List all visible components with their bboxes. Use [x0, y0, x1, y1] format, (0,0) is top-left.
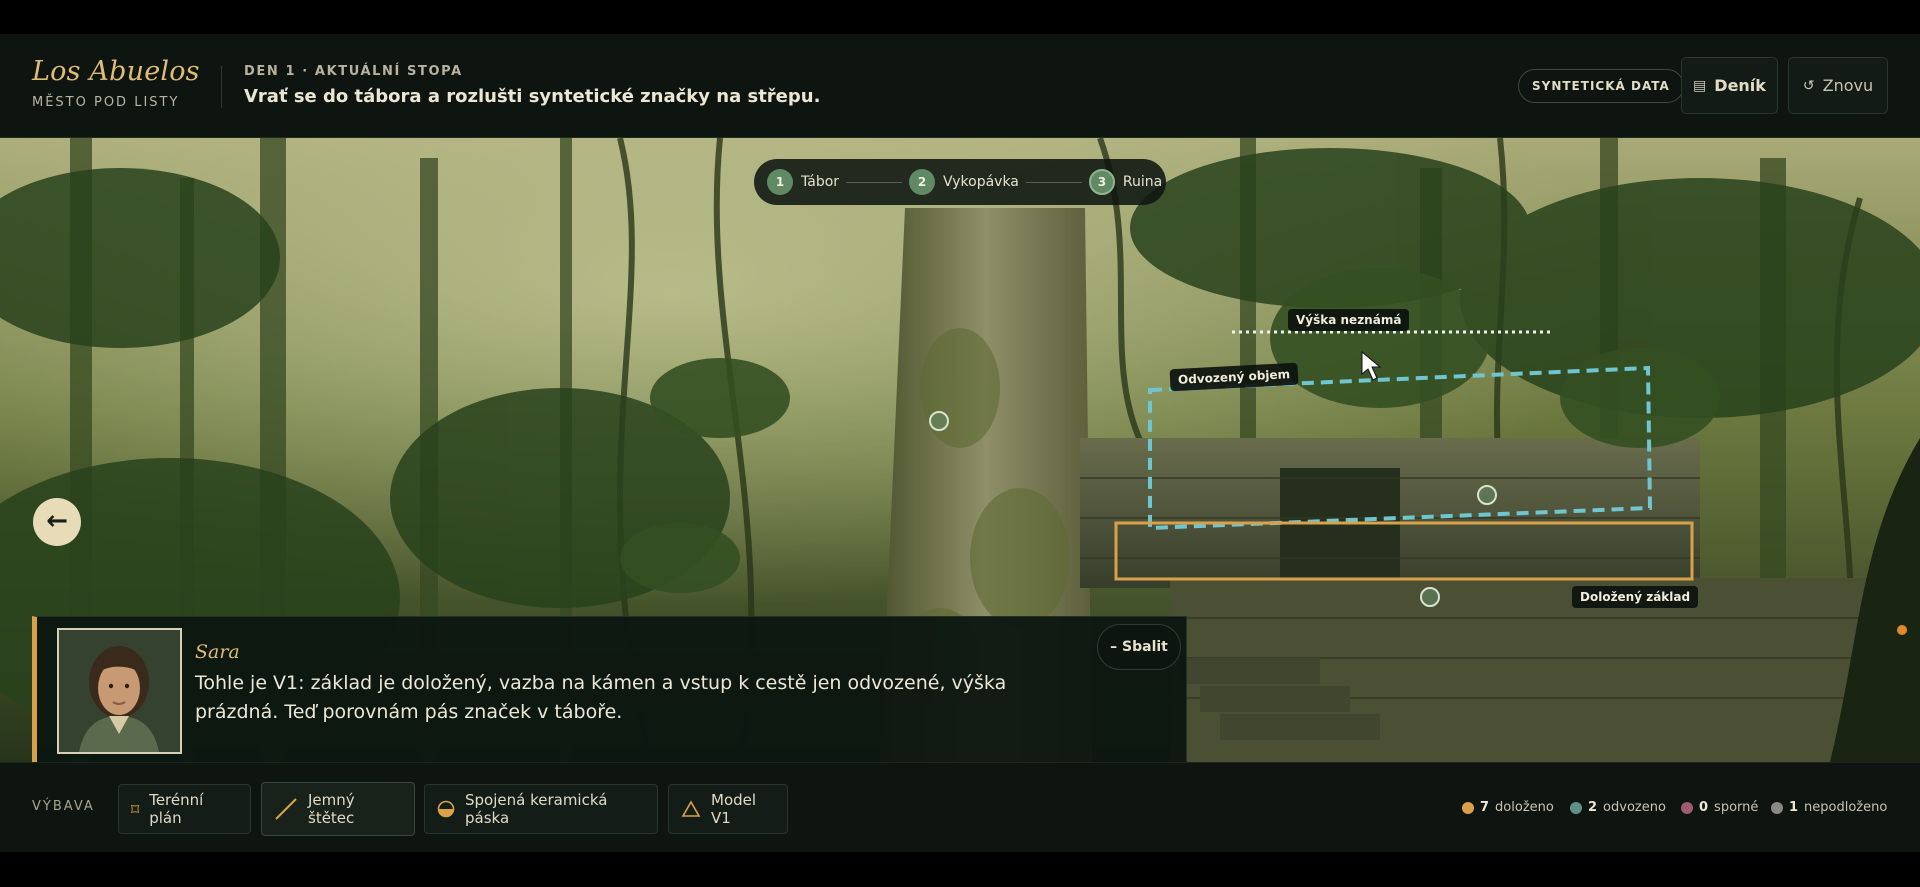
- synthetic-data-badge[interactable]: SYNTETICKÁ DATA: [1518, 69, 1684, 103]
- hotspot-ruin-base[interactable]: [1420, 587, 1440, 607]
- map-icon: ⌑: [131, 799, 140, 819]
- step-number: 2: [909, 169, 936, 195]
- step-vykopavka[interactable]: 2 Vykopávka: [909, 169, 1019, 195]
- tool-ceramic-tape[interactable]: Spojená keramická páska: [424, 784, 658, 834]
- step-ruina[interactable]: 3 Ruina: [1088, 169, 1163, 195]
- ceramic-icon: [437, 800, 455, 818]
- legend-label: doloženo: [1495, 800, 1554, 815]
- back-arrow-button[interactable]: ←: [33, 498, 81, 546]
- game-app: Los Abuelos MĚSTO POD LISTY DEN 1 · AKTU…: [0, 34, 1920, 852]
- step-label: Tábor: [801, 174, 840, 190]
- documented-dot: [1462, 801, 1474, 814]
- brand-subtitle: MĚSTO POD LISTY: [32, 95, 180, 110]
- legend-label: sporné: [1714, 800, 1759, 815]
- legend-disputed: 0 sporné: [1681, 800, 1758, 815]
- restart-button-label: Znovu: [1822, 76, 1874, 95]
- dialog-box: Sara Tohle je V1: základ je doložený, va…: [32, 616, 1187, 762]
- step-label: Vykopávka: [943, 174, 1019, 190]
- route-stepper: 1 Tábor 2 Vykopávka 3 Ruina: [754, 159, 1166, 205]
- step-number: 3: [1088, 169, 1115, 195]
- step-label: Ruina: [1122, 174, 1163, 190]
- step-connector: [846, 181, 903, 183]
- day-label: DEN 1 · AKTUÁLNÍ STOPA: [244, 64, 463, 79]
- bottom-bar: VÝBAVA ⌑ Terénní plán Jemný štětec Spoje…: [0, 762, 1920, 852]
- hotspot-ruin-wall[interactable]: [1477, 485, 1497, 505]
- legend-label: odvozeno: [1603, 800, 1666, 815]
- step-number: 1: [767, 169, 793, 195]
- triangle-icon: [681, 800, 701, 818]
- tool-fine-brush[interactable]: Jemný štětec: [261, 782, 415, 836]
- restart-button[interactable]: ↺ Znovu: [1788, 57, 1888, 114]
- step-connector: [1025, 181, 1082, 183]
- derived-dot: [1570, 801, 1582, 814]
- legend-documented: 7 doloženo: [1462, 800, 1554, 815]
- brand-title: Los Abuelos: [32, 56, 200, 87]
- legend-derived: 2 odvozeno: [1570, 800, 1666, 815]
- brand: Los Abuelos MĚSTO POD LISTY: [32, 56, 200, 110]
- edge-marker: [1897, 625, 1907, 635]
- header-divider: [221, 66, 222, 108]
- tool-label: Spojená keramická páska: [465, 791, 608, 827]
- tool-model-v1[interactable]: Model V1: [668, 784, 788, 834]
- tool-label: Terénní plán: [149, 791, 204, 827]
- gear-label: VÝBAVA: [32, 799, 95, 814]
- restart-icon: ↺: [1802, 77, 1815, 94]
- hotspot-tree[interactable]: [929, 411, 949, 431]
- height-unknown-label: Výška neznámá: [1288, 309, 1410, 331]
- step-tabor[interactable]: 1 Tábor: [767, 169, 839, 195]
- legend-unsupported: 1 nepodloženo: [1771, 800, 1887, 815]
- legend-count: 1: [1789, 800, 1799, 815]
- tool-terrain-plan[interactable]: ⌑ Terénní plán: [118, 784, 251, 834]
- journal-button[interactable]: ▤ Deník: [1681, 57, 1778, 114]
- speaker-portrait: [57, 628, 182, 754]
- brush-icon: [274, 797, 298, 821]
- top-bar: Los Abuelos MĚSTO POD LISTY DEN 1 · AKTU…: [0, 34, 1920, 138]
- arrow-left-icon: ←: [46, 506, 68, 536]
- disputed-dot: [1681, 801, 1693, 814]
- legend-count: 7: [1480, 800, 1490, 815]
- journal-icon: ▤: [1693, 77, 1707, 94]
- jungle-scene[interactable]: 1 Tábor 2 Vykopávka 3 Ruina ← Výška nezn…: [0, 138, 1920, 762]
- documented-base-label: Doložený základ: [1572, 586, 1699, 608]
- unsupported-dot: [1771, 801, 1783, 814]
- collapse-button[interactable]: – Sbalit: [1097, 624, 1181, 670]
- speaker-name: Sara: [195, 641, 240, 663]
- legend-count: 0: [1699, 800, 1709, 815]
- legend-label: nepodloženo: [1804, 800, 1888, 815]
- journal-button-label: Deník: [1714, 76, 1766, 95]
- legend-count: 2: [1588, 800, 1598, 815]
- dialog-text: Tohle je V1: základ je doložený, vazba n…: [195, 672, 1007, 723]
- sara-avatar: [59, 630, 180, 752]
- tool-label: Model V1: [711, 791, 757, 827]
- tool-label: Jemný štětec: [308, 791, 355, 827]
- current-quest: Vrať se do tábora a rozlušti syntetické …: [244, 86, 821, 107]
